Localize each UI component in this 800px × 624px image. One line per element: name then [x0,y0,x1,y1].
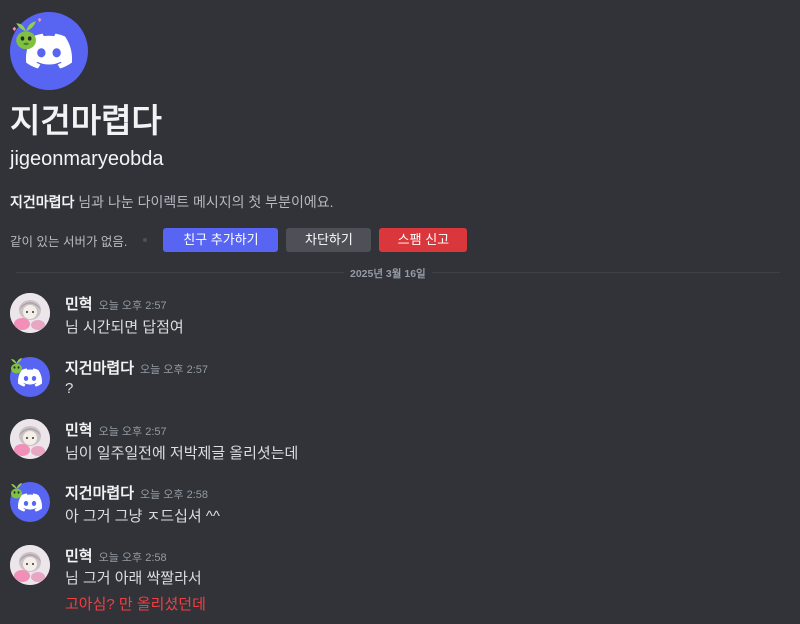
message-header: 지건마렵다 오늘 오후 2:57 [65,357,208,378]
message-content: ? [65,380,74,397]
message-timestamp: 오늘 오후 2:57 [98,426,167,438]
message-content: 님 시간되면 답점여 [65,319,184,336]
avatar[interactable] [10,357,50,397]
dm-intro-name: 지건마렵다 [10,194,75,210]
message-author[interactable]: 민혁 [65,548,93,565]
message-header: 민혁 오늘 오후 2:57 [65,293,167,314]
message-content: 님이 일주일전에 저박제글 올리셧는데 [65,445,299,462]
no-mutual-servers-text: 같이 있는 서버가 없음. [10,234,128,249]
user-avatar-icon [10,545,50,585]
message-content: 님 그거 아래 싹짤라서 [65,570,202,587]
avatar[interactable] [10,293,50,333]
message-content: 아 그거 그냥 ㅈ드십셔 ^^ [65,508,220,525]
separator-dot [143,238,148,242]
sprout-icon [12,17,42,50]
avatar[interactable] [10,545,50,585]
user-avatar-icon [10,419,50,459]
message-header: 지건마렵다 오늘 오후 2:58 [65,482,208,503]
report-spam-button[interactable]: 스팸 신고 [379,228,468,252]
block-button[interactable]: 차단하기 [286,228,372,252]
dm-intro-text: 님과 나눈 다이렉트 메시지의 첫 부분이에요. [74,194,334,210]
profile-avatar[interactable] [10,12,88,90]
avatar[interactable] [10,482,50,522]
add-friend-button[interactable]: 친구 추가하기 [163,228,279,252]
message-header: 민혁 오늘 오후 2:58 [65,545,167,566]
dm-intro-description: 지건마렵다 님과 나눈 다이렉트 메시지의 첫 부분이에요. [10,192,333,212]
profile-username: jigeonmaryeobda [10,148,164,170]
profile-display-name: 지건마렵다 [10,102,162,139]
message-header: 민혁 오늘 오후 2:57 [65,419,167,440]
intro-actions: 같이 있는 서버가 없음. 친구 추가하기 차단하기 스팸 신고 [10,228,475,252]
user-avatar-icon [10,293,50,333]
date-divider-label: 2025년 3월 16일 [344,266,432,281]
message-timestamp: 오늘 오후 2:57 [98,300,167,312]
message-author[interactable]: 민혁 [65,422,93,439]
message-timestamp: 오늘 오후 2:58 [140,489,209,501]
message-author[interactable]: 지건마렵다 [65,485,134,502]
message-content: 고아심? 만 올리셨던데 [65,596,206,613]
message-author[interactable]: 지건마렵다 [65,360,134,377]
sprout-icon [11,358,22,374]
message-timestamp: 오늘 오후 2:57 [140,364,209,376]
message-timestamp: 오늘 오후 2:58 [98,552,167,564]
sprout-icon [11,483,22,499]
avatar[interactable] [10,419,50,459]
message-author[interactable]: 민혁 [65,296,93,313]
